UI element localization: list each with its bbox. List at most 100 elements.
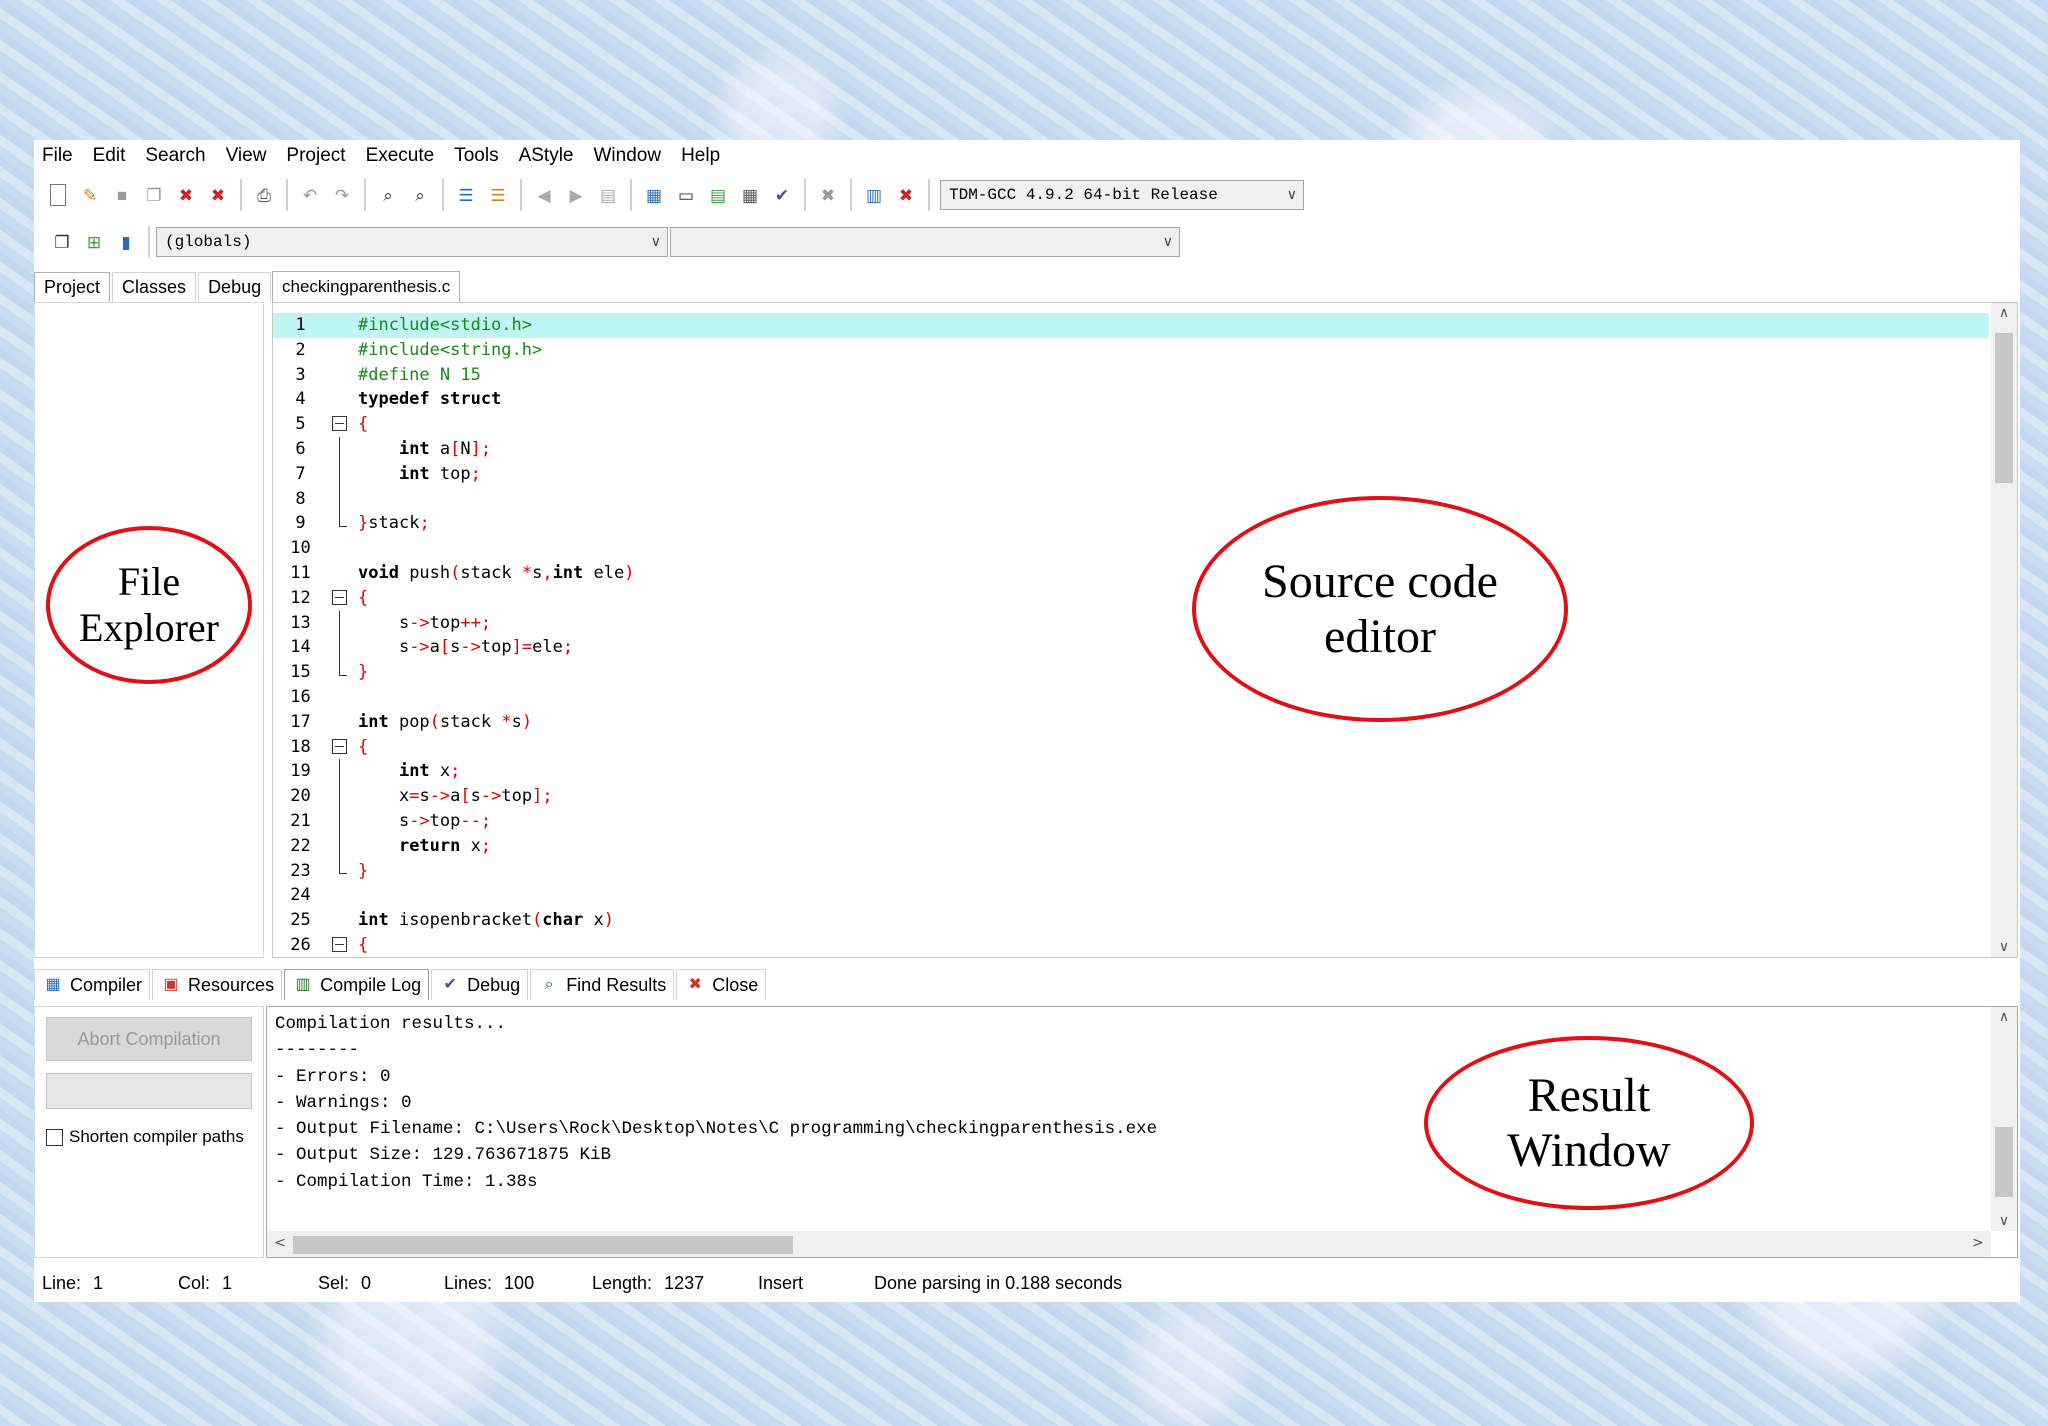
code-line[interactable]: 7 int top; — [295, 461, 1989, 487]
code-line[interactable]: 8 — [295, 486, 1989, 512]
close-file-icon[interactable]: ✖ — [173, 182, 199, 208]
run-icon[interactable]: ▭ — [673, 182, 699, 208]
profile-icon[interactable]: ▥ — [861, 182, 887, 208]
code-line[interactable]: 17 int pop(stack *s) — [290, 710, 1989, 735]
code-line[interactable]: 22 return x; — [290, 833, 1989, 859]
tab-find-results[interactable]: ⌕ Find Results — [530, 969, 675, 1000]
code-line[interactable]: 26 { — [290, 933, 1989, 957]
compiler-select[interactable]: TDM-GCC 4.9.2 64-bit Release ∨ — [940, 180, 1304, 210]
tab-compile-log[interactable]: ▥ Compile Log — [284, 969, 430, 1000]
code-line[interactable]: 16 — [290, 685, 1989, 710]
abort-compilation-button[interactable]: Abort Compilation — [46, 1017, 252, 1061]
undo-icon[interactable]: ↶ — [297, 182, 323, 208]
code-line[interactable]: 1 #include<stdio.h> — [273, 313, 1989, 338]
result-horizontal-scrollbar[interactable]: < > — [267, 1231, 1991, 1257]
new-project-icon[interactable]: ❐ — [49, 229, 75, 255]
bookmark-prev-icon[interactable]: ◀ — [531, 182, 557, 208]
code-line[interactable]: 2 #include<string.h> — [295, 338, 1989, 363]
code-line[interactable]: 5{ — [295, 412, 1989, 437]
code-line[interactable]: 19 int x; — [290, 759, 1989, 785]
print-icon[interactable]: ⎙ — [251, 182, 277, 208]
scroll-down-icon[interactable]: ∨ — [1991, 1213, 2017, 1229]
code-line[interactable]: 4 typedef struct — [295, 387, 1989, 412]
menu-view[interactable]: View — [216, 145, 277, 167]
scroll-thumb[interactable] — [1995, 1127, 2013, 1197]
checkbox-box[interactable] — [46, 1128, 63, 1146]
scroll-left-icon[interactable]: < — [267, 1235, 293, 1251]
tab-resources[interactable]: ▣ Resources — [152, 969, 283, 1000]
rebuild-all-icon[interactable]: ▦ — [737, 182, 763, 208]
fold-toggle-icon[interactable] — [328, 735, 354, 760]
remove-from-project-icon[interactable]: ▮ — [113, 229, 139, 255]
scroll-thumb[interactable] — [1995, 333, 2013, 483]
new-file-icon[interactable] — [50, 184, 66, 206]
menu-edit[interactable]: Edit — [83, 145, 136, 167]
code-line[interactable]: 10 — [290, 536, 1989, 561]
toggle-comment-icon[interactable]: ▤ — [595, 182, 621, 208]
scroll-thumb[interactable] — [293, 1236, 793, 1254]
unindent-icon[interactable]: ☰ — [485, 182, 511, 208]
code-line[interactable]: 9}stack; — [295, 511, 1989, 536]
bookmark-next-icon[interactable]: ▶ — [563, 182, 589, 208]
find-icon[interactable]: ⌕ — [375, 182, 401, 208]
syntax-check-icon[interactable]: ✔ — [769, 182, 795, 208]
code-line[interactable]: 24 — [290, 883, 1989, 908]
menu-execute[interactable]: Execute — [356, 145, 445, 167]
code-line[interactable]: 15} — [290, 660, 1989, 685]
source-code-editor[interactable]: 1 #include<stdio.h> 2 #include<string.h> 3 #d… — [272, 302, 2018, 958]
code-line[interactable]: 11 void push(stack *s,int ele) — [290, 561, 1989, 586]
menu-project[interactable]: Project — [276, 145, 355, 167]
code-line[interactable]: 14 s->a[s->top]=ele; — [290, 635, 1989, 661]
fold-toggle-icon[interactable] — [328, 586, 354, 611]
scope-select[interactable]: (globals) ∨ — [156, 227, 668, 257]
tab-debug[interactable]: Debug — [198, 272, 272, 302]
scroll-up-icon[interactable]: ∧ — [1991, 305, 2017, 321]
code-line[interactable]: 12 { — [290, 586, 1989, 611]
scroll-up-icon[interactable]: ∧ — [1991, 1009, 2017, 1025]
tab-project[interactable]: Project — [34, 272, 111, 302]
tab-compiler[interactable]: ▦ Compiler — [34, 969, 151, 1000]
delete-profile-icon[interactable]: ✖ — [893, 182, 919, 208]
tab-debug[interactable]: ✔ Debug — [431, 969, 529, 1000]
redo-icon[interactable]: ↷ — [329, 182, 355, 208]
indent-icon[interactable]: ☰ — [453, 182, 479, 208]
menu-tools[interactable]: Tools — [444, 145, 508, 167]
editor-vertical-scrollbar[interactable]: ∧ ∨ — [1991, 303, 2017, 957]
scroll-down-icon[interactable]: ∨ — [1991, 939, 2017, 955]
code-line[interactable]: 18 { — [290, 735, 1989, 760]
close-all-icon[interactable]: ✖ — [205, 182, 231, 208]
compile-run-icon[interactable]: ▤ — [705, 182, 731, 208]
code-token: -> — [409, 612, 430, 633]
shorten-paths-checkbox[interactable]: Shorten compiler paths — [46, 1127, 244, 1147]
code-line[interactable]: 6 int a[N]; — [295, 436, 1989, 462]
annotation-result-window: Result Window — [1424, 1036, 1754, 1210]
menu-astyle[interactable]: AStyle — [509, 145, 584, 167]
add-to-project-icon[interactable]: ⊞ — [81, 229, 107, 255]
code-line[interactable]: 21 s->top--; — [290, 808, 1989, 834]
save-all-icon[interactable]: ❐ — [141, 182, 167, 208]
fold-toggle-icon[interactable] — [328, 933, 354, 957]
scroll-right-icon[interactable]: > — [1965, 1235, 1991, 1251]
stop-execution-icon[interactable]: ✖ — [815, 182, 841, 208]
code-line[interactable]: 23} — [290, 858, 1989, 884]
code-line[interactable]: 3 #define N 15 — [295, 363, 1989, 388]
result-vertical-scrollbar[interactable]: ∧ ∨ — [1991, 1007, 2017, 1231]
member-select[interactable]: ∨ — [670, 227, 1180, 257]
code-line[interactable]: 20 x=s->a[s->top]; — [290, 784, 1989, 809]
tab-close[interactable]: ✖ Close — [676, 969, 767, 1000]
menu-window[interactable]: Window — [584, 145, 672, 167]
compile-icon[interactable]: ▦ — [641, 182, 667, 208]
result-window[interactable]: Compilation results... -------- - Errors… — [266, 1006, 2018, 1258]
menu-file[interactable]: File — [34, 145, 83, 167]
menu-help[interactable]: Help — [671, 145, 730, 167]
code-line[interactable]: 13 s->top++; — [290, 610, 1989, 636]
fold-toggle-icon[interactable] — [328, 412, 354, 437]
code-line[interactable]: 25 int isopenbracket(char x) — [290, 908, 1989, 933]
replace-icon[interactable]: ⌕ — [407, 182, 433, 208]
menu-search[interactable]: Search — [135, 145, 215, 167]
open-file-icon[interactable]: ✎ — [77, 182, 103, 208]
tab-classes[interactable]: Classes — [112, 272, 197, 302]
tab-file[interactable]: checkingparenthesis.c — [272, 271, 461, 302]
code-area[interactable]: 1 #include<stdio.h> 2 #include<string.h> 3 #d… — [273, 313, 1989, 957]
save-icon[interactable]: ■ — [109, 182, 135, 208]
